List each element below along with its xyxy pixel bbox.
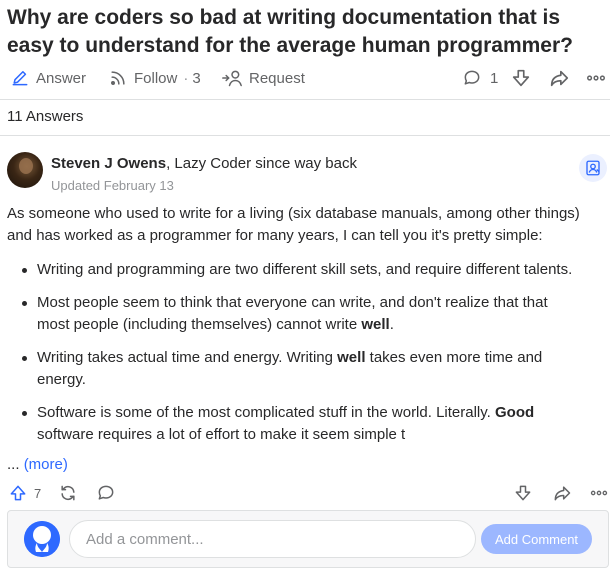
comment-bubble-icon: [464, 70, 480, 85]
more-row: ... (more): [7, 456, 68, 473]
answer-intro: As someone who used to write for a livin…: [7, 205, 580, 244]
author-credential: , Lazy Coder since way back: [166, 155, 357, 172]
author-avatar[interactable]: [7, 152, 43, 188]
bullet-bold-text: Good: [494, 404, 535, 421]
answer-more-button[interactable]: [589, 483, 609, 508]
list-item: Most people seem to think that everyone …: [7, 292, 567, 336]
request-person-icon: [222, 70, 242, 87]
bullet-text-end: software requires a lot of effort to mak…: [37, 426, 406, 443]
bullet-text: Most people seem to think that everyone …: [37, 294, 548, 333]
follow-author-button[interactable]: [579, 154, 607, 182]
answer-button[interactable]: Answer: [10, 68, 86, 88]
default-user-icon: [24, 521, 60, 557]
follow-separator: ·: [183, 69, 189, 87]
bullet-text: Software is some of the most complicated…: [37, 404, 495, 421]
bullet-bold-text: well: [337, 349, 366, 366]
author-header: Steven J Owens, Lazy Coder since way bac…: [51, 155, 357, 172]
more-dots-icon: [587, 75, 605, 81]
more-dots-icon: [590, 490, 608, 496]
divider: [0, 135, 610, 136]
answer-button-label: Answer: [36, 69, 87, 87]
reshare-icon: [61, 485, 75, 501]
answer-action-bar: 7: [0, 480, 615, 506]
follow-button-label: Follow: [134, 69, 178, 87]
share-arrow-icon: [550, 70, 569, 87]
follow-count: 3: [192, 69, 201, 87]
upvote-count: 7: [34, 485, 42, 501]
follow-rss-icon: [111, 71, 125, 85]
request-button-label: Request: [249, 69, 305, 87]
answer-bullet-list: Writing and programming are two differen…: [7, 259, 607, 446]
question-more-button[interactable]: [585, 67, 607, 89]
upvote-button[interactable]: 7: [8, 483, 41, 503]
comment-bubble-icon: [98, 485, 114, 500]
pencil-icon: [12, 71, 28, 86]
answer-comment-button[interactable]: [96, 483, 116, 508]
divider: [0, 99, 610, 100]
user-avatar: [24, 521, 60, 557]
bullet-text: Writing takes actual time and energy. Wr…: [37, 349, 338, 366]
bullet-text-end: .: [389, 316, 394, 333]
question-comments-count: 1: [490, 69, 499, 87]
comment-input[interactable]: [69, 520, 476, 558]
answers-count: 11 Answers: [7, 108, 84, 125]
question-action-bar: Answer Follow · 3 Request 1: [0, 64, 615, 92]
reshare-button[interactable]: [58, 483, 78, 508]
more-link[interactable]: (more): [24, 456, 68, 473]
follow-button[interactable]: Follow · 3: [108, 68, 201, 88]
share-arrow-icon: [554, 486, 571, 501]
bullet-text: Writing and programming are two differen…: [37, 261, 573, 278]
downvote-arrow-icon: [515, 485, 531, 501]
upvote-arrow-icon: [10, 485, 26, 501]
list-item: Writing takes actual time and energy. Wr…: [7, 347, 567, 391]
list-item: Software is some of the most complicated…: [7, 402, 567, 446]
question-share-button[interactable]: [548, 67, 570, 89]
author-name[interactable]: Steven J Owens: [51, 155, 166, 172]
ellipsis: ...: [7, 456, 20, 473]
list-item: Writing and programming are two differen…: [7, 259, 587, 281]
request-button[interactable]: Request: [221, 68, 305, 88]
downvote-arrow-icon: [512, 69, 530, 87]
answer-body: As someone who used to write for a livin…: [7, 203, 607, 457]
add-comment-button[interactable]: Add Comment: [481, 524, 592, 554]
answer-share-button[interactable]: [552, 483, 572, 508]
answer-author-row: Steven J Owens, Lazy Coder since way bac…: [7, 152, 607, 193]
answer-downvote-button[interactable]: [513, 483, 533, 508]
person-bookmark-icon: [586, 160, 600, 176]
question-title: Why are coders so bad at writing documen…: [7, 6, 573, 57]
bullet-bold-text: well: [361, 316, 390, 333]
question-downvote-button[interactable]: [510, 67, 532, 89]
answer-updated-date[interactable]: Updated February 13: [51, 178, 174, 193]
comment-bar: Add Comment: [7, 510, 609, 568]
question-comments-button[interactable]: 1: [462, 68, 498, 88]
